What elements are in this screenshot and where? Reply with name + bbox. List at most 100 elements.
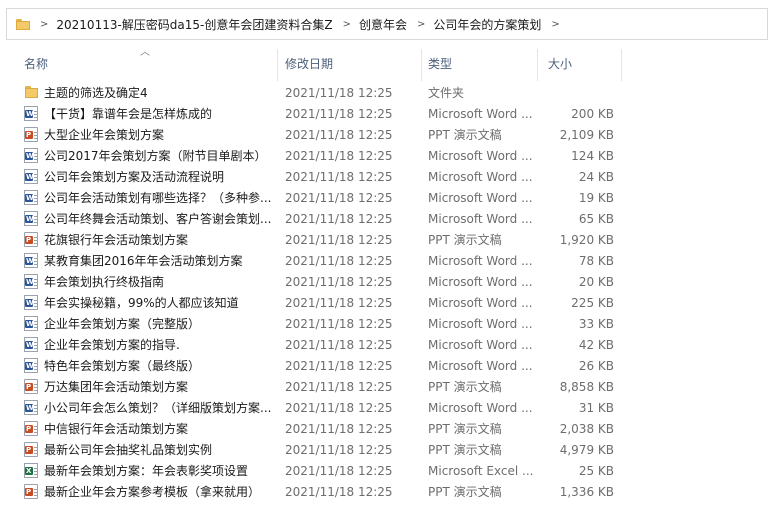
- file-size: 25 KB: [578, 464, 614, 478]
- file-size: 65 KB: [578, 212, 614, 226]
- file-name: 小公司年会怎么策划？（详细版策划方案...: [44, 401, 272, 415]
- file-row[interactable]: W 公司年会活动策划有哪些选择？（多种参... 2021/11/18 12:25 Mi…: [0, 187, 775, 208]
- ppt-icon: P: [24, 421, 38, 436]
- file-name: 最新公司年会抽奖礼品策划实例: [44, 443, 213, 457]
- file-row[interactable]: W 【干货】靠谱年会是怎样炼成的 2021/11/18 12:25 Microsoft…: [0, 103, 775, 124]
- file-name: 公司2017年会策划方案（附节目单剧本）: [44, 149, 267, 163]
- file-name: 万达集团年会活动策划方案: [44, 380, 189, 394]
- file-size: 33 KB: [578, 317, 614, 331]
- file-row[interactable]: W 公司年终舞会活动策划、客户答谢会策划... 2021/11/18 12:25 Mi…: [0, 208, 775, 229]
- file-size: 124 KB: [571, 149, 614, 163]
- file-type: PPT 演示文稿: [428, 128, 502, 142]
- file-row[interactable]: W 小公司年会怎么策划？（详细版策划方案... 2021/11/18 12:25 Mi…: [0, 397, 775, 418]
- word-icon: W: [24, 274, 38, 289]
- file-type: Microsoft Word ...: [428, 170, 533, 184]
- word-icon: W: [24, 358, 38, 373]
- column-header-name[interactable]: 名称: [24, 55, 48, 72]
- ppt-icon: P: [24, 232, 38, 247]
- file-row[interactable]: W 特色年会策划方案（最终版） 2021/11/18 12:25 Microsoft …: [0, 355, 775, 376]
- folder-icon: [16, 18, 30, 30]
- folder-icon: [24, 85, 38, 100]
- file-type: PPT 演示文稿: [428, 233, 502, 247]
- file-name: 年会策划执行终极指南: [44, 275, 165, 289]
- file-name: 最新企业年会方案参考模板（拿来就用）: [44, 485, 261, 499]
- file-size: 19 KB: [578, 191, 614, 205]
- file-row[interactable]: P 中信银行年会活动策划方案 2021/11/18 12:25 PPT 演示文稿 2,0…: [0, 418, 775, 439]
- file-date: 2021/11/18 12:25: [285, 296, 393, 310]
- file-name: 中信银行年会活动策划方案: [44, 422, 189, 436]
- file-row[interactable]: W 年会策划执行终极指南 2021/11/18 12:25 Microsoft Wor…: [0, 271, 775, 292]
- chevron-right-icon[interactable]: >: [417, 19, 425, 30]
- file-type: 文件夹: [428, 86, 465, 100]
- file-row[interactable]: W 企业年会策划方案的指导. 2021/11/18 12:25 Microsoft W…: [0, 334, 775, 355]
- ppt-icon: P: [24, 127, 38, 142]
- file-size: 20 KB: [578, 275, 614, 289]
- file-type: Microsoft Word ...: [428, 296, 533, 310]
- chevron-right-icon[interactable]: >: [551, 19, 559, 30]
- file-row[interactable]: W 年会实操秘籍，99%的人都应该知道 2021/11/18 12:25 Micros…: [0, 292, 775, 313]
- breadcrumb-item[interactable]: 创意年会: [359, 16, 407, 33]
- file-type: Microsoft Word ...: [428, 191, 533, 205]
- file-type: Microsoft Excel ...: [428, 464, 534, 478]
- file-date: 2021/11/18 12:25: [285, 275, 393, 289]
- file-name: 企业年会策划方案的指导.: [44, 338, 180, 352]
- ppt-icon: P: [24, 484, 38, 499]
- column-header-row: ︿ 名称 修改日期 类型 大小: [0, 41, 775, 81]
- file-row[interactable]: P 最新公司年会抽奖礼品策划实例 2021/11/18 12:25 PPT 演示文稿 4…: [0, 439, 775, 460]
- chevron-right-icon[interactable]: >: [40, 19, 48, 30]
- file-row[interactable]: X 最新年会策划方案：年会表彰奖项设置 2021/11/18 12:25 Micros…: [0, 460, 775, 481]
- sort-ascending-icon: ︿: [140, 47, 150, 58]
- file-type: Microsoft Word ...: [428, 212, 533, 226]
- file-size: 200 KB: [571, 107, 614, 121]
- file-row[interactable]: P 万达集团年会活动策划方案 2021/11/18 12:25 PPT 演示文稿 8,8…: [0, 376, 775, 397]
- file-row[interactable]: P 花旗银行年会活动策划方案 2021/11/18 12:25 PPT 演示文稿 1,9…: [0, 229, 775, 250]
- file-date: 2021/11/18 12:25: [285, 233, 393, 247]
- column-header-date[interactable]: 修改日期: [285, 55, 333, 72]
- word-icon: W: [24, 169, 38, 184]
- address-bar[interactable]: > 20210113-解压密码da15-创意年会团建资料合集Z > 创意年会 >…: [6, 8, 768, 40]
- breadcrumb-item[interactable]: 20210113-解压密码da15-创意年会团建资料合集Z: [56, 16, 332, 33]
- column-header-size[interactable]: 大小: [548, 55, 572, 72]
- file-size: 8,858 KB: [559, 380, 614, 394]
- file-row[interactable]: 主题的筛选及确定4 2021/11/18 12:25 文件夹: [0, 82, 775, 103]
- file-name: 公司年会活动策划有哪些选择？（多种参...: [44, 191, 272, 205]
- column-divider[interactable]: [277, 49, 278, 81]
- file-name: 【干货】靠谱年会是怎样炼成的: [44, 107, 213, 121]
- file-name: 企业年会策划方案（完整版）: [44, 317, 201, 331]
- file-date: 2021/11/18 12:25: [285, 212, 393, 226]
- file-date: 2021/11/18 12:25: [285, 338, 393, 352]
- file-row[interactable]: W 公司年会策划方案及活动流程说明 2021/11/18 12:25 Microsof…: [0, 166, 775, 187]
- file-row[interactable]: W 某教育集团2016年年会活动策划方案 2021/11/18 12:25 Micro…: [0, 250, 775, 271]
- breadcrumb-item[interactable]: 公司年会的方案策划: [433, 16, 541, 33]
- file-date: 2021/11/18 12:25: [285, 170, 393, 184]
- file-name: 某教育集团2016年年会活动策划方案: [44, 254, 243, 268]
- file-name: 主题的筛选及确定4: [44, 86, 148, 100]
- file-type: Microsoft Word ...: [428, 149, 533, 163]
- file-row[interactable]: P 最新企业年会方案参考模板（拿来就用） 2021/11/18 12:25 PPT 演…: [0, 481, 775, 502]
- column-header-type[interactable]: 类型: [428, 55, 452, 72]
- word-icon: W: [24, 400, 38, 415]
- word-icon: W: [24, 253, 38, 268]
- excel-icon: X: [24, 463, 38, 478]
- file-name: 大型企业年会策划方案: [44, 128, 165, 142]
- file-row[interactable]: W 公司2017年会策划方案（附节目单剧本） 2021/11/18 12:25 Mic…: [0, 145, 775, 166]
- file-type: Microsoft Word ...: [428, 338, 533, 352]
- file-size: 2,109 KB: [559, 128, 614, 142]
- ppt-icon: P: [24, 442, 38, 457]
- file-list: 主题的筛选及确定4 2021/11/18 12:25 文件夹 W 【干货】靠谱年会是怎样…: [0, 82, 775, 502]
- column-divider[interactable]: [421, 49, 422, 81]
- column-divider[interactable]: [537, 49, 538, 81]
- file-row[interactable]: W 企业年会策划方案（完整版） 2021/11/18 12:25 Microsoft …: [0, 313, 775, 334]
- word-icon: W: [24, 316, 38, 331]
- file-name: 花旗银行年会活动策划方案: [44, 233, 189, 247]
- file-date: 2021/11/18 12:25: [285, 485, 393, 499]
- file-date: 2021/11/18 12:25: [285, 422, 393, 436]
- file-size: 1,920 KB: [559, 233, 614, 247]
- column-divider[interactable]: [621, 49, 622, 81]
- chevron-right-icon[interactable]: >: [343, 19, 351, 30]
- file-size: 24 KB: [578, 170, 614, 184]
- file-size: 225 KB: [571, 296, 614, 310]
- file-row[interactable]: P 大型企业年会策划方案 2021/11/18 12:25 PPT 演示文稿 2,109…: [0, 124, 775, 145]
- file-date: 2021/11/18 12:25: [285, 191, 393, 205]
- file-type: Microsoft Word ...: [428, 317, 533, 331]
